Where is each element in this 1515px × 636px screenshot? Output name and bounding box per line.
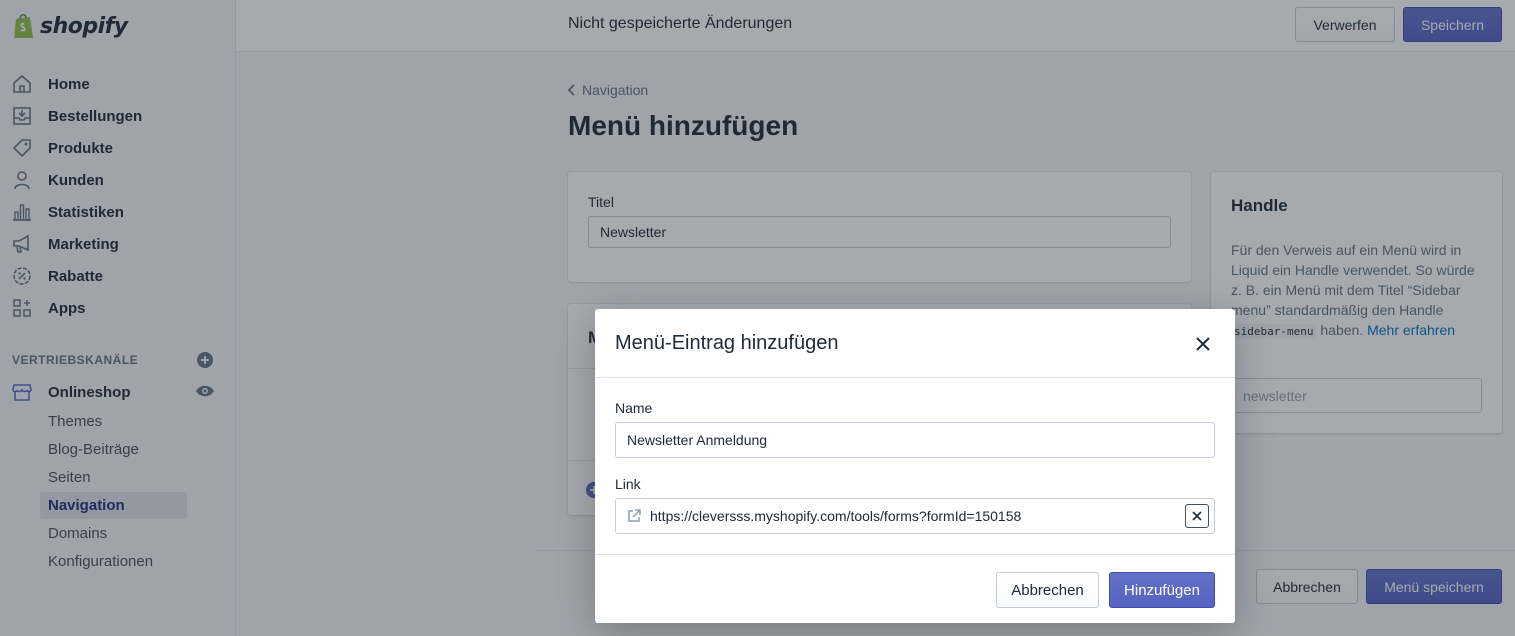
name-input[interactable]: Newsletter Anmeldung (615, 422, 1215, 458)
name-field-label: Name (615, 400, 653, 416)
external-link-icon (628, 509, 641, 522)
close-icon[interactable] (1193, 334, 1213, 354)
modal-footer: Abbrechen Hinzufügen (595, 554, 1235, 623)
link-field-label: Link (615, 476, 641, 492)
close-icon (1192, 511, 1202, 521)
add-menu-item-modal: Menü-Eintrag hinzufügen Name Newsletter … (595, 309, 1235, 623)
link-input[interactable]: https://cleversss.myshopify.com/tools/fo… (615, 498, 1215, 534)
modal-cancel-button[interactable]: Abbrechen (996, 572, 1099, 608)
clear-link-button[interactable] (1185, 504, 1209, 528)
modal-header: Menü-Eintrag hinzufügen (595, 309, 1235, 378)
modal-add-button[interactable]: Hinzufügen (1109, 572, 1215, 608)
modal-title: Menü-Eintrag hinzufügen (615, 332, 839, 354)
